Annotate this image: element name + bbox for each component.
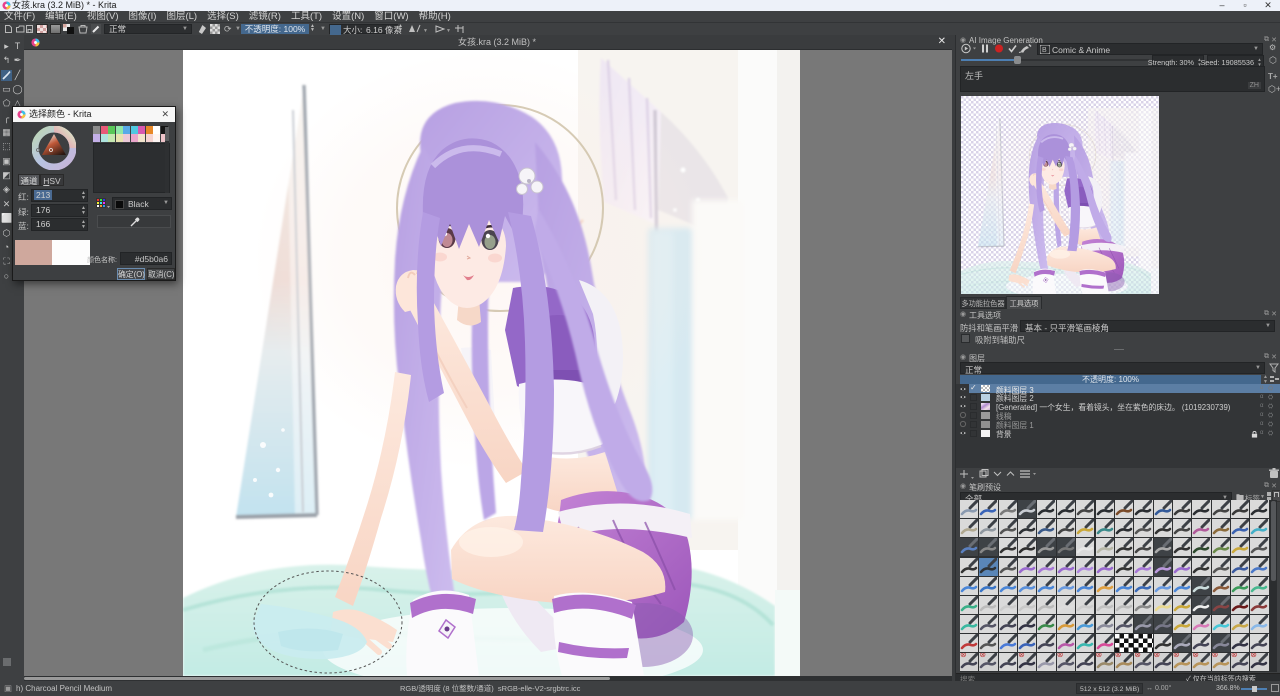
svg-text:▼: ▼: [446, 28, 451, 34]
svg-text:▼: ▼: [423, 28, 428, 34]
svg-text:B: B: [1042, 47, 1047, 54]
